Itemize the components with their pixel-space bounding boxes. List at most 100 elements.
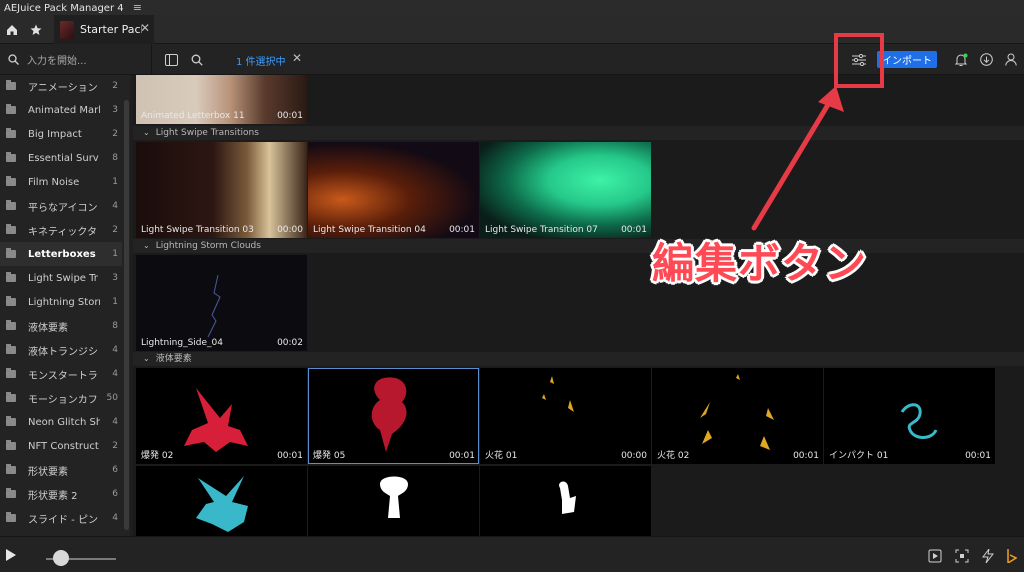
section-header[interactable]: ⌄ Lightning Storm Clouds: [133, 239, 1024, 253]
asset-tile[interactable]: インパクト 01 00:01: [824, 368, 995, 464]
asset-duration: 00:01: [621, 225, 647, 235]
content-grid: Animated Letterbox 11 00:01 ⌄ Light Swipe…: [133, 75, 1024, 536]
fit-screen-icon[interactable]: [955, 549, 969, 563]
asset-tile[interactable]: [308, 466, 479, 536]
search-icon: [8, 54, 19, 65]
asset-label: 火花 01: [485, 451, 518, 461]
sidebar-item-count: 2: [112, 225, 118, 235]
pack-thumbnail: [60, 20, 74, 39]
sidebar-item[interactable]: アニメーション 2: [0, 75, 122, 98]
folder-icon: [6, 104, 16, 114]
download-icon[interactable]: [975, 44, 997, 75]
favorites-star-icon[interactable]: [24, 15, 48, 44]
folder-icon: [6, 464, 16, 474]
asset-label: Animated Letterbox 11: [141, 111, 245, 121]
playback-bar: [0, 536, 1024, 572]
sidebar-item[interactable]: Light Swipe Tr 3: [0, 266, 122, 290]
sidebar-item-label: Letterboxes: [28, 248, 96, 260]
asset-tile[interactable]: 爆発 02 00:01: [136, 368, 307, 464]
sidebar-item-label: アニメーション: [28, 82, 98, 94]
asset-duration: 00:01: [965, 451, 991, 461]
sidebar-item[interactable]: 形状要素 2 6: [0, 482, 122, 506]
sidebar-toggle-icon[interactable]: [160, 44, 182, 75]
import-button[interactable]: インポート: [877, 51, 937, 68]
sidebar-item-count: 8: [112, 321, 118, 331]
sidebar-item-count: 50: [106, 393, 118, 403]
chevron-down-icon: ⌄: [143, 128, 150, 137]
clear-selection-icon[interactable]: ✕: [292, 51, 302, 65]
close-tab-icon[interactable]: ✕: [140, 21, 150, 35]
folder-icon: [6, 80, 16, 90]
sidebar-item[interactable]: Lightning Storm 1: [0, 290, 122, 314]
sidebar-item-letterboxes[interactable]: Letterboxes 1: [0, 242, 122, 266]
sidebar-item-label: 液体要素: [28, 322, 68, 334]
folder-icon: [6, 440, 16, 450]
section-title: Lightning Storm Clouds: [155, 241, 261, 251]
folder-icon: [6, 368, 16, 378]
asset-tile[interactable]: Light Swipe Transition 04 00:01: [308, 142, 479, 238]
asset-duration: 00:02: [277, 338, 303, 348]
asset-tile[interactable]: Light Swipe Transition 03 00:00: [136, 142, 307, 238]
aejuice-logo-icon[interactable]: [1005, 549, 1019, 563]
sidebar-item[interactable]: スライド - ピン 4: [0, 506, 122, 530]
sidebar-item[interactable]: 形状要素 6: [0, 458, 122, 482]
tab-label: Starter Pack: [80, 23, 142, 36]
sidebar-item-count: 3: [112, 273, 118, 283]
asset-label: Light Swipe Transition 03: [141, 225, 254, 235]
asset-tile-selected[interactable]: 爆発 05 00:01: [308, 368, 479, 464]
volume-slider-handle[interactable]: [53, 550, 69, 566]
sidebar-item[interactable]: モーションカフ 50: [0, 386, 122, 410]
asset-tile[interactable]: [136, 466, 307, 536]
menu-icon[interactable]: ≡: [133, 1, 142, 14]
sidebar-item-label: Animated Mark: [28, 104, 100, 116]
sidebar-item[interactable]: キネティックタ 2: [0, 218, 122, 242]
sidebar-item[interactable]: Neon Glitch Sh 4: [0, 410, 122, 434]
asset-tile[interactable]: Lightning_Side_04 00:02: [136, 255, 307, 351]
sidebar-item[interactable]: 平らなアイコン 4: [0, 194, 122, 218]
annotation-arrow: [751, 86, 844, 231]
asset-tile[interactable]: Light Swipe Transition 07 00:01: [480, 142, 651, 238]
annotation-label: 編集ボタン: [652, 239, 868, 288]
sidebar-item[interactable]: 液体要素 8: [0, 314, 122, 338]
home-icon[interactable]: [0, 15, 24, 44]
sidebar-item[interactable]: Big Impact 2: [0, 122, 122, 146]
sidebar-scrollbar[interactable]: [124, 100, 129, 530]
section-header[interactable]: ⌄ 液体要素: [133, 352, 1024, 366]
user-account-icon[interactable]: [1000, 44, 1022, 75]
sidebar-item-label: 平らなアイコン: [28, 202, 98, 214]
asset-tile[interactable]: Animated Letterbox 11 00:01: [136, 75, 307, 124]
folder-icon: [6, 488, 16, 498]
section-title: 液体要素: [155, 354, 192, 364]
asset-tile[interactable]: [480, 466, 651, 536]
asset-tile[interactable]: 火花 02 00:01: [652, 368, 823, 464]
sidebar-item-label: キネティックタ: [28, 226, 97, 238]
sidebar-item-count: 4: [112, 513, 118, 523]
tab-starter-pack[interactable]: Starter Pack ✕: [54, 15, 154, 44]
sidebar-item-label: Essential Surv: [28, 152, 99, 164]
sidebar-item[interactable]: 液体トランジシ 4: [0, 338, 122, 362]
search-placeholder: 入力を開始...: [27, 56, 87, 67]
asset-label: Light Swipe Transition 04: [313, 225, 426, 235]
sidebar-item-count: 2: [112, 441, 118, 451]
asset-duration: 00:00: [277, 225, 303, 235]
sidebar-item[interactable]: モンスタートラ 4: [0, 362, 122, 386]
sidebar-item[interactable]: Film Noise 1: [0, 170, 122, 194]
lightning-bolt-icon[interactable]: [981, 549, 995, 563]
section-header[interactable]: ⌄ Light Swipe Transitions: [133, 126, 1024, 140]
sidebar-item-count: 4: [112, 345, 118, 355]
preview-window-icon[interactable]: [928, 549, 942, 563]
notification-bell-icon[interactable]: [950, 44, 972, 75]
search-input[interactable]: 入力を開始...: [0, 44, 152, 75]
search-icon[interactable]: [186, 44, 208, 75]
asset-tile[interactable]: 火花 01 00:00: [480, 368, 651, 464]
sidebar-item[interactable]: Animated Mark 3: [0, 98, 122, 122]
play-icon[interactable]: [6, 549, 16, 561]
sidebar-item-count: 2: [112, 129, 118, 139]
sidebar-item[interactable]: NFT Construct 2: [0, 434, 122, 458]
sidebar-item[interactable]: Essential Surv 8: [0, 146, 122, 170]
folder-icon: [6, 344, 16, 354]
sidebar-item-label: 形状要素: [28, 466, 68, 478]
asset-duration: 00:01: [277, 111, 303, 121]
title-bar: AEJuice Pack Manager 4 ≡: [0, 0, 1024, 15]
sidebar-item-count: 6: [112, 465, 118, 475]
